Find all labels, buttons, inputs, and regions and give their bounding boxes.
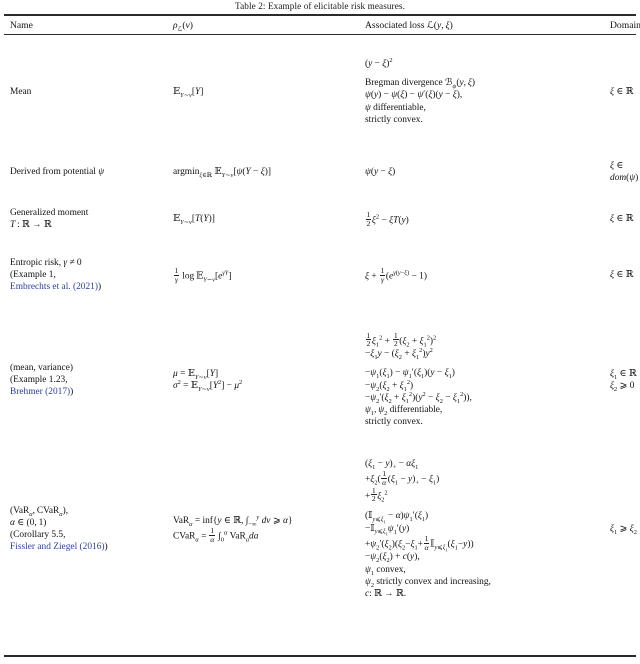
row-label-line: Embrechts et al. (2021)) bbox=[10, 282, 102, 293]
risk-measures-table: Name ρℒ(ν) Associated loss ℒ(y, ξ) Domai… bbox=[0, 16, 640, 604]
column-header-loss: Associated loss ℒ(y, ξ) bbox=[365, 16, 563, 34]
row-loss-generalized-moment: 1 2 ξ2 − ξT(y) bbox=[365, 194, 563, 244]
rho-expression: VaRα = inf{y ∈ ℝ, ∫−∞y dν ⩾ α} CVaRα = 1… bbox=[173, 513, 293, 544]
table-page: Table 2: Example of elicitable risk meas… bbox=[0, 0, 640, 664]
row-label-line: (Example 1.23, bbox=[10, 374, 68, 385]
row-label: Entropic risk, γ ≠ 0 (Example 1, Embrech… bbox=[0, 257, 168, 294]
row-rho-var-cvar: VaRα = inf{y ∈ ℝ, ∫−∞y dν ⩾ α} CVaRα = 1… bbox=[168, 454, 365, 604]
row-label: Mean bbox=[10, 86, 32, 97]
row-label-line: (mean, variance) bbox=[10, 362, 73, 373]
column-header-rho: ρℒ(ν) bbox=[168, 16, 365, 34]
row-label-line: Brehmer (2017)) bbox=[10, 387, 74, 398]
row-label: (mean, variance) (Example 1.23, Brehmer … bbox=[0, 362, 168, 399]
column-header-domain-label: Domain bbox=[610, 19, 640, 31]
domain-expression: ξ ∈ ℝ bbox=[610, 212, 634, 224]
rho-expression: 1γ log 𝔼Y∼ν[eγY] bbox=[173, 265, 232, 284]
row-domain-mean-variance: ξ1 ∈ ℝ ξ2 ⩾ 0 bbox=[563, 306, 640, 454]
column-header-name: Name bbox=[0, 16, 168, 34]
row-rho-generalized-moment: 𝔼Y∼ν[T(Y)] bbox=[168, 194, 365, 244]
domain-expression: ξ1 ⩾ ξ2 bbox=[610, 523, 637, 536]
rho-expression: 𝔼Y∼ν[Y] bbox=[173, 85, 204, 99]
rho-expression: μ = 𝔼Y∼ν[Y] σ2 = 𝔼Y∼ν[Y2] − μ2 bbox=[173, 367, 243, 393]
loss-expression: (y − ξ)2 Bregman divergence ℬψ(y, ξ) ψ(y… bbox=[365, 56, 476, 125]
row-label-line: Generalized moment bbox=[10, 207, 89, 218]
row-label-line: Fissler and Ziegel (2016)) bbox=[10, 542, 108, 553]
loss-expression: 1 2 ξ12 + 1 2 (ξ2 + ξ12)2 −ξ1y − (ξ2 + ξ12)y… bbox=[365, 330, 472, 428]
column-header-loss-label: Associated loss ℒ(y, ξ) bbox=[365, 19, 453, 31]
table-row: Derived from potential ψ argminξ∈ℝ 𝔼Y∼ν[… bbox=[0, 150, 640, 194]
loss-expression: (ξ1 − y)+ − αξ1 +ξ2(1 α (ξ1 − y)+ − ξ1) +1… bbox=[365, 458, 491, 600]
row-rho-mean-variance: μ = 𝔼Y∼ν[Y] σ2 = 𝔼Y∼ν[Y2] − μ2 bbox=[168, 306, 365, 454]
loss-expression: ξ + 1 γ (eγ(y−ξ) − 1) bbox=[365, 265, 427, 284]
column-header-name-label: Name bbox=[10, 19, 33, 31]
domain-expression: ξ ∈ dom(ψ) bbox=[610, 160, 639, 183]
table-row: Entropic risk, γ ≠ 0 (Example 1, Embrech… bbox=[0, 244, 640, 306]
row-name-mean: Mean bbox=[0, 34, 168, 150]
citation-link[interactable]: Embrechts et al. (2021) bbox=[10, 282, 98, 292]
row-label-line: (Example 1, bbox=[10, 269, 56, 280]
row-name-var-cvar: (VaRα, CVaRα), α ∈ (0, 1) (Corollary 5.5… bbox=[0, 454, 168, 604]
row-label-line: T : ℝ → ℝ bbox=[10, 219, 52, 230]
row-label: Derived from potential ψ bbox=[10, 166, 105, 177]
row-label: (VaRα, CVaRα), α ∈ (0, 1) (Corollary 5.5… bbox=[0, 505, 168, 554]
row-name-entropic-risk: Entropic risk, γ ≠ 0 (Example 1, Embrech… bbox=[0, 244, 168, 306]
row-rho-mean: 𝔼Y∼ν[Y] bbox=[168, 34, 365, 150]
row-loss-entropic-risk: ξ + 1 γ (eγ(y−ξ) − 1) bbox=[365, 244, 563, 306]
row-label-line: (VaRα, CVaRα), bbox=[10, 505, 69, 518]
row-label-line: α ∈ (0, 1) bbox=[10, 517, 47, 528]
domain-expression: ξ ∈ ℝ bbox=[610, 268, 634, 280]
rho-expression: 𝔼Y∼ν[T(Y)] bbox=[173, 212, 215, 226]
row-domain-generalized-moment: ξ ∈ ℝ bbox=[563, 194, 640, 244]
row-label-line: (Corollary 5.5, bbox=[10, 530, 66, 540]
row-loss-mean-variance: 1 2 ξ12 + 1 2 (ξ2 + ξ12)2 −ξ1y − (ξ2 + ξ12)y… bbox=[365, 306, 563, 454]
row-domain-mean: ξ ∈ ℝ bbox=[563, 34, 640, 150]
row-name-mean-variance: (mean, variance) (Example 1.23, Brehmer … bbox=[0, 306, 168, 454]
table-caption: Table 2: Example of elicitable risk meas… bbox=[235, 1, 405, 11]
column-header-domain: Domain bbox=[563, 16, 640, 34]
citation-link[interactable]: Fissler and Ziegel (2016) bbox=[10, 542, 105, 552]
rho-expression: argminξ∈ℝ 𝔼Y∼ν[ψ(Y − ξ)] bbox=[173, 165, 271, 179]
table-header-row: Name ρℒ(ν) Associated loss ℒ(y, ξ) Domai… bbox=[0, 16, 640, 34]
row-domain-var-cvar: ξ1 ⩾ ξ2 bbox=[563, 454, 640, 604]
citation-link[interactable]: Brehmer (2017) bbox=[10, 387, 70, 397]
row-rho-potential: argminξ∈ℝ 𝔼Y∼ν[ψ(Y − ξ)] bbox=[168, 150, 365, 194]
domain-expression: ξ1 ∈ ℝ ξ2 ⩾ 0 bbox=[610, 367, 637, 393]
loss-expression: 1 2 ξ2 − ξT(y) bbox=[365, 209, 409, 228]
table-row: Generalized moment T : ℝ → ℝ 𝔼Y∼ν[T(Y)] … bbox=[0, 194, 640, 244]
row-loss-potential: ψ(y − ξ) bbox=[365, 150, 563, 194]
table-bottom-rule bbox=[4, 655, 636, 657]
table-row: Mean 𝔼Y∼ν[Y] (y − ξ)2 Bregman divergence… bbox=[0, 34, 640, 150]
loss-expression: ψ(y − ξ) bbox=[365, 166, 396, 177]
row-label: Generalized moment T : ℝ → ℝ bbox=[0, 207, 168, 231]
table-row: (mean, variance) (Example 1.23, Brehmer … bbox=[0, 306, 640, 454]
domain-expression: ξ ∈ ℝ bbox=[610, 85, 634, 97]
row-loss-var-cvar: (ξ1 − y)+ − αξ1 +ξ2(1 α (ξ1 − y)+ − ξ1) +1… bbox=[365, 454, 563, 604]
row-domain-potential: ξ ∈ dom(ψ) bbox=[563, 150, 640, 194]
row-name-generalized-moment: Generalized moment T : ℝ → ℝ bbox=[0, 194, 168, 244]
row-loss-mean: (y − ξ)2 Bregman divergence ℬψ(y, ξ) ψ(y… bbox=[365, 34, 563, 150]
column-header-rho-label: ρℒ(ν) bbox=[173, 19, 193, 33]
row-rho-entropic-risk: 1γ log 𝔼Y∼ν[eγY] bbox=[168, 244, 365, 306]
row-domain-entropic-risk: ξ ∈ ℝ bbox=[563, 244, 640, 306]
table-row: (VaRα, CVaRα), α ∈ (0, 1) (Corollary 5.5… bbox=[0, 454, 640, 604]
row-name-potential: Derived from potential ψ bbox=[0, 150, 168, 194]
row-label-line: Entropic risk, γ ≠ 0 bbox=[10, 257, 82, 268]
